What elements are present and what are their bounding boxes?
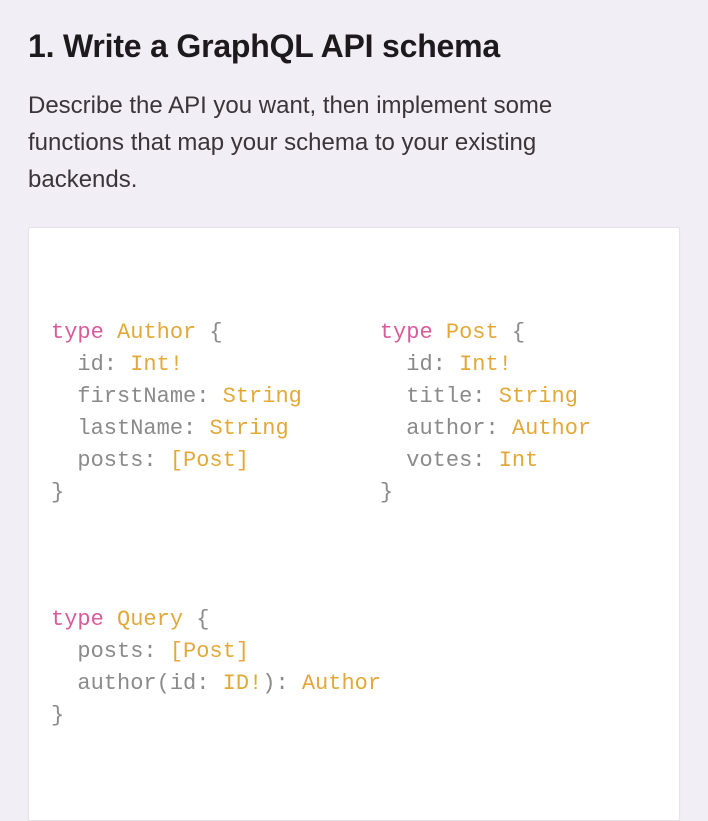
brace-close: } [380,480,393,505]
field: title: [380,384,499,409]
field: id: [380,352,459,377]
type-ref: Author [302,671,381,696]
field: id: [51,352,130,377]
field: posts: [51,639,170,664]
brace-open: { [196,320,222,345]
section-description: Describe the API you want, then implemen… [28,87,648,199]
brace-close: } [51,703,64,728]
type-ref: String [223,384,302,409]
type-name-post: Post [446,320,499,345]
field: votes: [380,448,499,473]
field: lastName: [51,416,209,441]
keyword: type [380,320,433,345]
type-ref: [Post] [170,448,249,473]
keyword: type [51,320,104,345]
brace-open: { [499,320,525,345]
code-block: type Author { id: Int! firstName: String… [28,227,680,821]
field: author: [380,416,512,441]
type-ref: Int! [459,352,512,377]
type-ref: Author [512,416,591,441]
type-ref: Int [499,448,539,473]
type-name-author: Author [117,320,196,345]
field: ): [262,671,302,696]
type-ref: String [499,384,578,409]
keyword: type [51,607,104,632]
code-type-query: type Query { posts: [Post] author(id: ID… [51,604,657,732]
field: posts: [51,448,170,473]
field: firstName: [51,384,223,409]
document-page: 1. Write a GraphQL API schema Describe t… [0,0,708,821]
section-heading: 1. Write a GraphQL API schema [28,28,680,65]
type-ref: Int! [130,352,183,377]
type-ref: ID! [223,671,263,696]
brace-close: } [51,480,64,505]
type-ref: [Post] [170,639,249,664]
field: author(id: [51,671,223,696]
code-type-author: type Author { id: Int! firstName: String… [51,317,302,508]
code-blank-line [51,541,657,573]
code-type-post: type Post { id: Int! title: String autho… [380,317,591,508]
type-name-query: Query [117,607,183,632]
brace-open: { [183,607,209,632]
type-ref: String [209,416,288,441]
code-row-top: type Author { id: Int! firstName: String… [51,317,657,508]
